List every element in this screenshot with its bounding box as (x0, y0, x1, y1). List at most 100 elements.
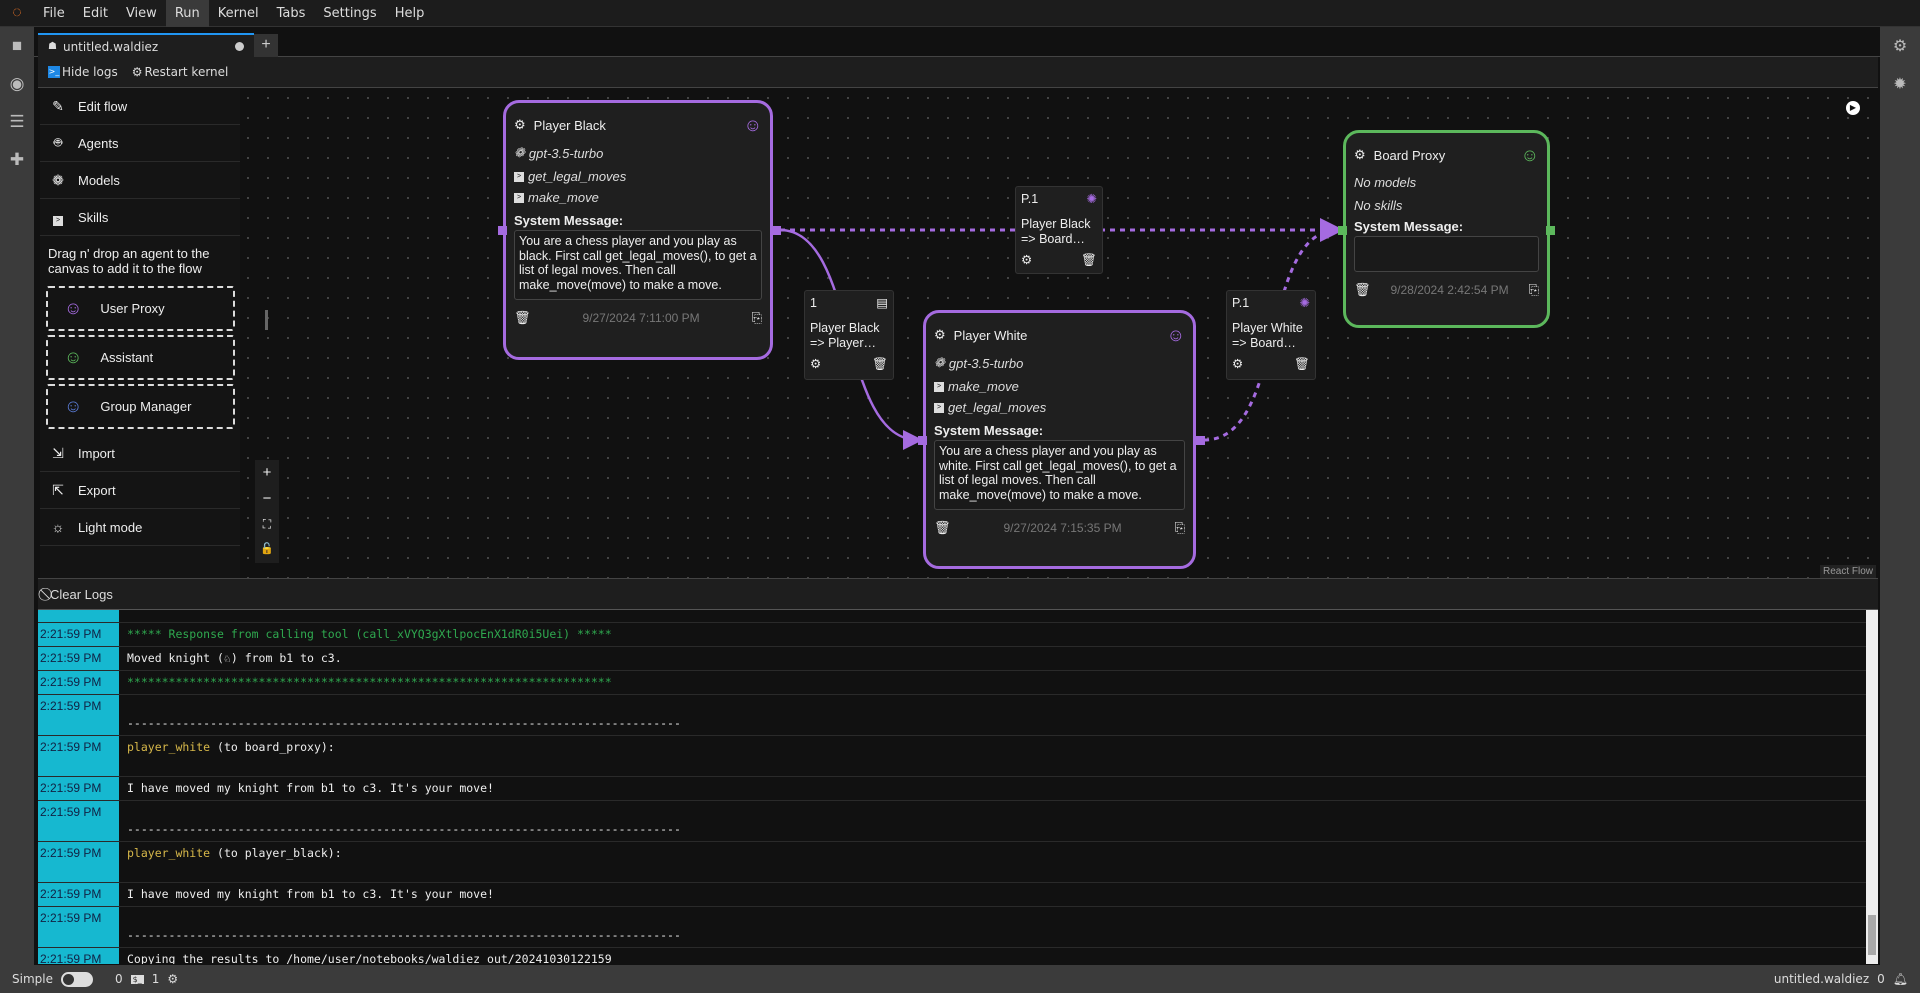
toc-icon[interactable]: ☰ (0, 103, 34, 141)
sidebar-item-edit-flow[interactable]: ✎ Edit flow (40, 88, 240, 125)
log-timestamp: 2:21:59 PM (38, 671, 119, 694)
kernel-count[interactable]: 0 (115, 972, 123, 986)
gear-icon[interactable]: ⚙ (934, 327, 946, 343)
gear-icon[interactable]: ⚙ (514, 117, 526, 133)
edge-label-black-to-board[interactable]: P.1 ✺ Player Black => Board… ⚙ 🗑︎ (1015, 186, 1103, 274)
draggable-assistant[interactable]: ☺ Assistant (46, 335, 235, 380)
menu-view[interactable]: View (117, 0, 166, 27)
log-line-text: (to player_black): (210, 846, 342, 860)
logs-panel[interactable]: 2:21:59 PM ***** Response from calling to… (38, 610, 1866, 964)
menu-help[interactable]: Help (386, 0, 434, 27)
openai-icon: ❁ (514, 145, 525, 160)
agent-node-player-black[interactable]: ⚙ Player Black ☺ ❁ gpt-3.5-turbo > get_legal… (503, 100, 773, 360)
menu-run[interactable]: Run (165, 0, 209, 27)
import-icon: ⇲ (52, 444, 64, 461)
sidebar-item-light-mode[interactable]: ☼ Light mode (40, 509, 240, 546)
extension-icon[interactable]: ✚ (0, 141, 34, 179)
copy-icon[interactable]: ⎘ (1175, 520, 1185, 536)
menu-settings[interactable]: Settings (314, 0, 385, 27)
draggable-user-proxy[interactable]: ☺ User Proxy (46, 286, 235, 331)
hide-logs-button[interactable]: >_ Hide logs (48, 65, 118, 79)
edge-label-black-to-white[interactable]: 1 ▤ Player Black => Player… ⚙ 🗑︎ (804, 290, 894, 380)
zoom-in-button[interactable]: + (255, 460, 279, 486)
skill-name: get_legal_moves (948, 400, 1047, 415)
node-title: Player White (953, 327, 1028, 343)
tab-bar: ☗ untitled.waldiez + (34, 27, 1880, 58)
folder-icon[interactable]: ■ (0, 27, 34, 65)
edge-label-white-to-board[interactable]: P.1 ✺ Player White => Board… ⚙ 🗑︎ (1226, 290, 1316, 380)
trash-icon[interactable]: 🗑︎ (1081, 253, 1097, 268)
run-flow-button[interactable]: ▶ (1846, 101, 1860, 115)
trash-icon[interactable]: 🗑︎ (1354, 282, 1371, 298)
draggable-group-manager[interactable]: ☺ Group Manager (46, 384, 235, 429)
label: Light mode (78, 519, 143, 535)
node-handle-source[interactable] (772, 226, 781, 235)
gear-icon[interactable]: ⚙ (810, 357, 821, 372)
menu-file[interactable]: File (34, 0, 74, 27)
menu-edit[interactable]: Edit (74, 0, 117, 27)
zoom-out-button[interactable]: − (255, 486, 279, 512)
menu-tabs[interactable]: Tabs (268, 0, 315, 27)
debugger-icon[interactable]: ✹ (1880, 65, 1920, 103)
waldiez-file-icon: ☗ (48, 41, 57, 52)
bell-icon[interactable]: 🔔︎ (1893, 972, 1908, 986)
terminal-count[interactable]: 1 (152, 972, 160, 986)
menu-kernel[interactable]: Kernel (209, 0, 268, 27)
system-message-textarea[interactable]: You are a chess player and you play as w… (934, 440, 1185, 510)
clear-logs-button[interactable]: Clear Logs (50, 587, 113, 602)
node-handle-source[interactable] (1196, 436, 1205, 445)
flow-canvas[interactable]: ✎ Edit flow 🤖︎ Agents ❁ Models > Skills Drag… (38, 88, 1878, 578)
node-date: 9/27/2024 7:11:00 PM (582, 311, 700, 325)
sidebar-item-import[interactable]: ⇲ Import (40, 435, 240, 472)
log-agent-name: player_white (127, 846, 211, 860)
trash-icon[interactable]: 🗑︎ (1294, 357, 1310, 372)
agent-node-board-proxy[interactable]: ⚙ Board Proxy ☺ No models No skills System… (1343, 130, 1550, 328)
log-line-text: ----------------------------------------… (127, 822, 681, 836)
panel-resize-handle[interactable] (265, 310, 268, 330)
system-message-textarea[interactable]: You are a chess player and you play as b… (514, 230, 762, 300)
edge-order: 1 (810, 296, 817, 310)
running-icon[interactable]: ◉ (0, 65, 34, 103)
copy-icon[interactable]: ⎘ (1529, 282, 1539, 298)
trash-icon[interactable]: 🗑︎ (934, 520, 951, 536)
lock-button[interactable]: 🔓 (255, 537, 279, 563)
system-message-textarea[interactable] (1354, 236, 1539, 272)
log-row: 2:21:59 PM I have moved my knight from b1… (38, 883, 1866, 907)
scrollbar-thumb[interactable] (1868, 915, 1876, 955)
node-handle-target[interactable] (918, 436, 927, 445)
sidebar-item-models[interactable]: ❁ Models (40, 162, 240, 199)
copy-icon[interactable]: ⎘ (752, 310, 762, 326)
agent-node-player-white[interactable]: ⚙ Player White ☺ ❁ gpt-3.5-turbo > make_move… (923, 310, 1196, 569)
simple-mode-toggle[interactable] (60, 971, 93, 987)
sidebar-item-export[interactable]: ⇱ Export (40, 472, 240, 509)
node-handle-source[interactable] (1546, 226, 1555, 235)
fit-view-button[interactable]: ⛶ (255, 512, 279, 538)
log-text: ----------------------------------------… (119, 695, 689, 735)
gear-icon[interactable]: ⚙ (1021, 253, 1032, 268)
gear-icon[interactable]: ⚙ (1232, 357, 1243, 372)
sidebar-item-skills[interactable]: > Skills (40, 199, 240, 236)
robot-icon: 🤖︎ (53, 134, 63, 150)
label: Import (78, 445, 115, 461)
logs-scrollbar[interactable] (1866, 610, 1878, 964)
assistant-avatar-icon: ☺ (1166, 324, 1185, 345)
sidebar-item-agents[interactable]: 🤖︎ Agents (40, 125, 240, 162)
openai-icon: ❁ (52, 171, 64, 188)
react-flow-attribution[interactable]: React Flow (1819, 565, 1876, 578)
trash-icon[interactable]: 🗑︎ (872, 357, 888, 372)
tab-untitled-waldiez[interactable]: ☗ untitled.waldiez (38, 33, 254, 58)
unsaved-indicator[interactable] (235, 42, 244, 51)
log-line-text: Moved knight (♘) from b1 to c3. (127, 651, 342, 665)
node-handle-target[interactable] (498, 226, 507, 235)
hide-logs-label: Hide logs (62, 65, 118, 79)
notification-count[interactable]: 0 (1877, 972, 1885, 986)
restart-kernel-button[interactable]: ⚙ Restart kernel (132, 65, 229, 79)
new-tab-button[interactable]: + (254, 34, 278, 57)
trash-icon[interactable]: 🗑︎ (514, 310, 531, 326)
property-inspector-icon[interactable]: ⚙ (1880, 27, 1920, 65)
logs-header: ⃠Clear Logs (38, 578, 1878, 610)
node-handle-target[interactable] (1338, 226, 1347, 235)
gear-icon[interactable]: ⚙ (1354, 147, 1366, 163)
log-timestamp: 2:21:59 PM (38, 907, 119, 947)
